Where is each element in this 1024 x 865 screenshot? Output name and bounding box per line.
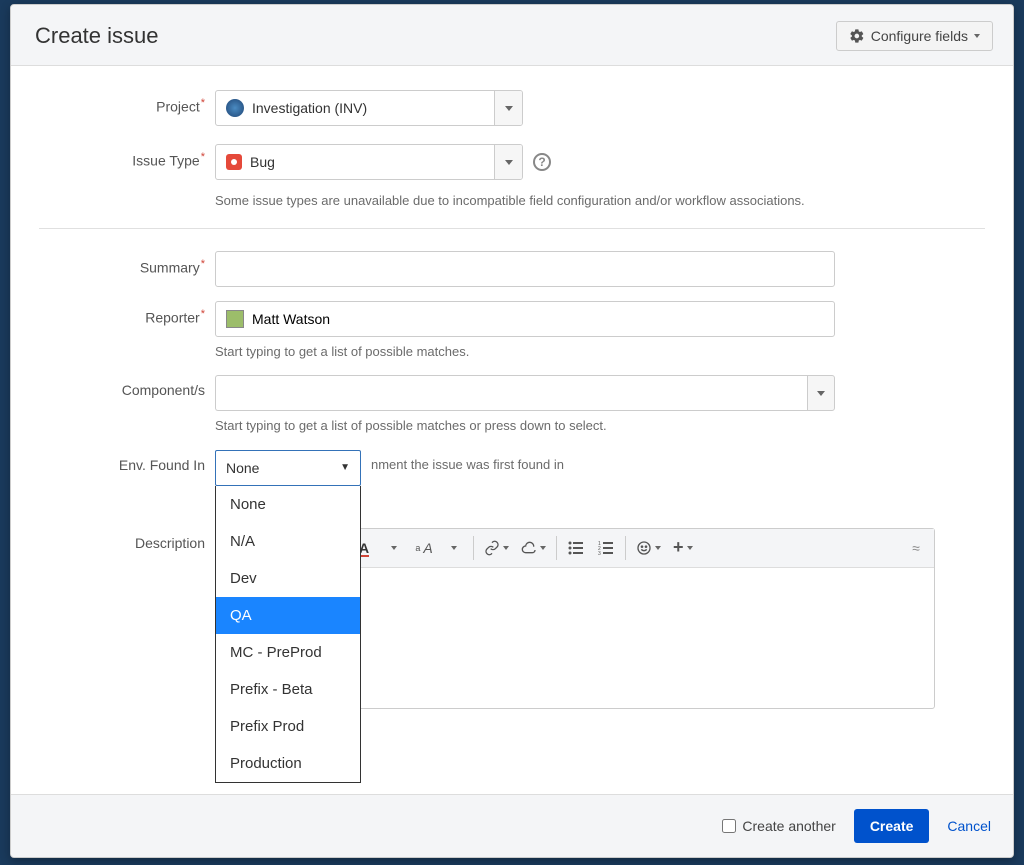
help-icon[interactable]: ?: [533, 153, 551, 171]
chevron-down-icon: [505, 160, 513, 165]
issue-type-dropdown-button[interactable]: [494, 145, 522, 179]
env-found-in-label: Env. Found In: [39, 450, 215, 473]
env-option[interactable]: QA: [216, 597, 360, 634]
components-help: Start typing to get a list of possible m…: [215, 417, 835, 435]
issue-type-value: Bug: [250, 154, 275, 170]
chevron-down-icon: [505, 106, 513, 111]
chevron-down-icon: [817, 391, 825, 396]
summary-label: Summary: [39, 251, 215, 276]
env-option[interactable]: Prefix Prod: [216, 708, 360, 745]
env-option[interactable]: Production: [216, 745, 360, 782]
env-found-in-value: None: [226, 460, 259, 476]
clear-format-button[interactable]: aA: [409, 533, 439, 563]
project-icon: [226, 99, 244, 117]
summary-input[interactable]: [215, 251, 835, 287]
env-option[interactable]: N/A: [216, 523, 360, 560]
gear-icon: [849, 28, 865, 44]
env-option[interactable]: None: [216, 486, 360, 523]
modal-header: Create issue Configure fields: [11, 5, 1013, 66]
emoji-button[interactable]: [630, 533, 667, 563]
project-label: Project: [39, 90, 215, 115]
avatar: [226, 310, 244, 328]
reporter-label: Reporter: [39, 301, 215, 326]
create-another-input[interactable]: [722, 819, 736, 833]
reporter-input[interactable]: [215, 301, 835, 337]
expand-toolbar-button[interactable]: ≈: [900, 533, 930, 563]
bullet-list-button[interactable]: [561, 533, 591, 563]
env-found-in-dropdown[interactable]: NoneN/ADevQAMC - PreProdPrefix - BetaPre…: [215, 486, 361, 783]
reporter-text[interactable]: [252, 302, 824, 336]
env-found-in-select[interactable]: None ▼: [215, 450, 361, 486]
env-option[interactable]: Prefix - Beta: [216, 671, 360, 708]
clear-format-caret[interactable]: [439, 533, 469, 563]
link-button[interactable]: [478, 533, 515, 563]
modal-footer: Create another Create Cancel: [11, 794, 1013, 857]
components-input[interactable]: [215, 375, 807, 411]
modal-title: Create issue: [35, 23, 159, 49]
components-dropdown-button[interactable]: [807, 375, 835, 411]
insert-button[interactable]: +: [667, 533, 699, 563]
chevron-down-icon: [974, 34, 980, 38]
env-option[interactable]: Dev: [216, 560, 360, 597]
text-color-caret[interactable]: [379, 533, 409, 563]
chevron-down-icon: ▼: [340, 462, 350, 473]
env-option[interactable]: MC - PreProd: [216, 634, 360, 671]
svg-text:3: 3: [598, 551, 601, 555]
attachment-button[interactable]: [515, 533, 552, 563]
description-label: Description: [39, 528, 215, 551]
divider: [39, 228, 985, 229]
numbered-list-button[interactable]: 123: [591, 533, 621, 563]
summary-text[interactable]: [226, 252, 824, 286]
create-another-label: Create another: [742, 818, 835, 834]
issue-type-help: Some issue types are unavailable due to …: [215, 192, 835, 210]
create-another-checkbox[interactable]: Create another: [722, 818, 835, 834]
project-value: Investigation (INV): [252, 100, 367, 116]
bug-icon: [226, 154, 242, 170]
env-found-in-help: nment the issue was first found in: [371, 456, 835, 474]
project-select[interactable]: Investigation (INV): [215, 90, 523, 126]
reporter-help: Start typing to get a list of possible m…: [215, 343, 835, 361]
components-label: Component/s: [39, 375, 215, 398]
cancel-link[interactable]: Cancel: [947, 818, 991, 834]
issue-type-label: Issue Type: [39, 144, 215, 169]
modal-body[interactable]: Project Investigation (INV) Issue Type: [11, 66, 1013, 794]
create-button[interactable]: Create: [854, 809, 930, 843]
project-dropdown-button[interactable]: [494, 91, 522, 125]
issue-type-select[interactable]: Bug: [215, 144, 523, 180]
create-issue-modal: Create issue Configure fields Project In…: [10, 4, 1014, 858]
configure-fields-label: Configure fields: [871, 28, 968, 44]
configure-fields-button[interactable]: Configure fields: [836, 21, 993, 51]
